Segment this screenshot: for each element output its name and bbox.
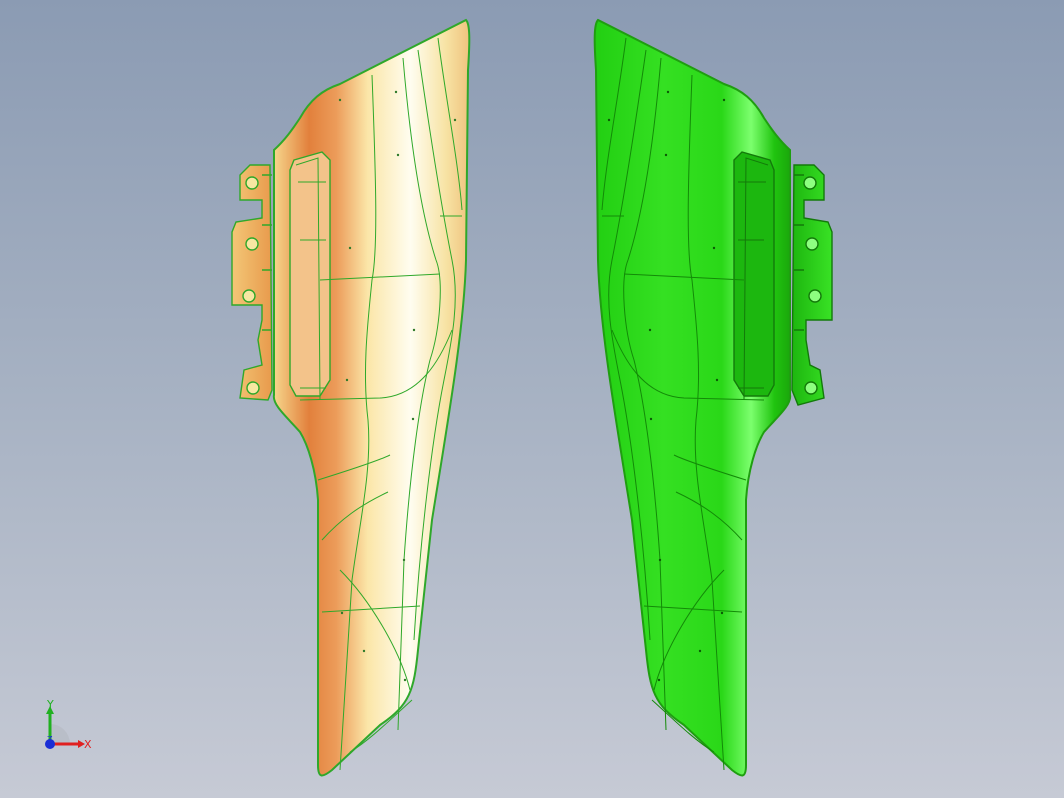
graphics-viewport[interactable]: X Y Z	[0, 0, 1064, 798]
model-scene[interactable]	[0, 0, 1064, 798]
y-axis-label: Y	[46, 700, 54, 711]
right-fairing[interactable]	[593, 18, 833, 777]
right-mounting-brackets[interactable]	[791, 164, 833, 406]
left-mounting-brackets[interactable]	[231, 164, 273, 401]
z-axis-label: Z	[47, 735, 53, 744]
left-handle-recess[interactable]	[289, 151, 331, 397]
coordinate-triad: X Y Z	[38, 698, 98, 756]
x-axis-label: X	[84, 738, 92, 751]
left-fairing[interactable]	[231, 18, 471, 777]
right-handle-recess[interactable]	[733, 151, 775, 397]
